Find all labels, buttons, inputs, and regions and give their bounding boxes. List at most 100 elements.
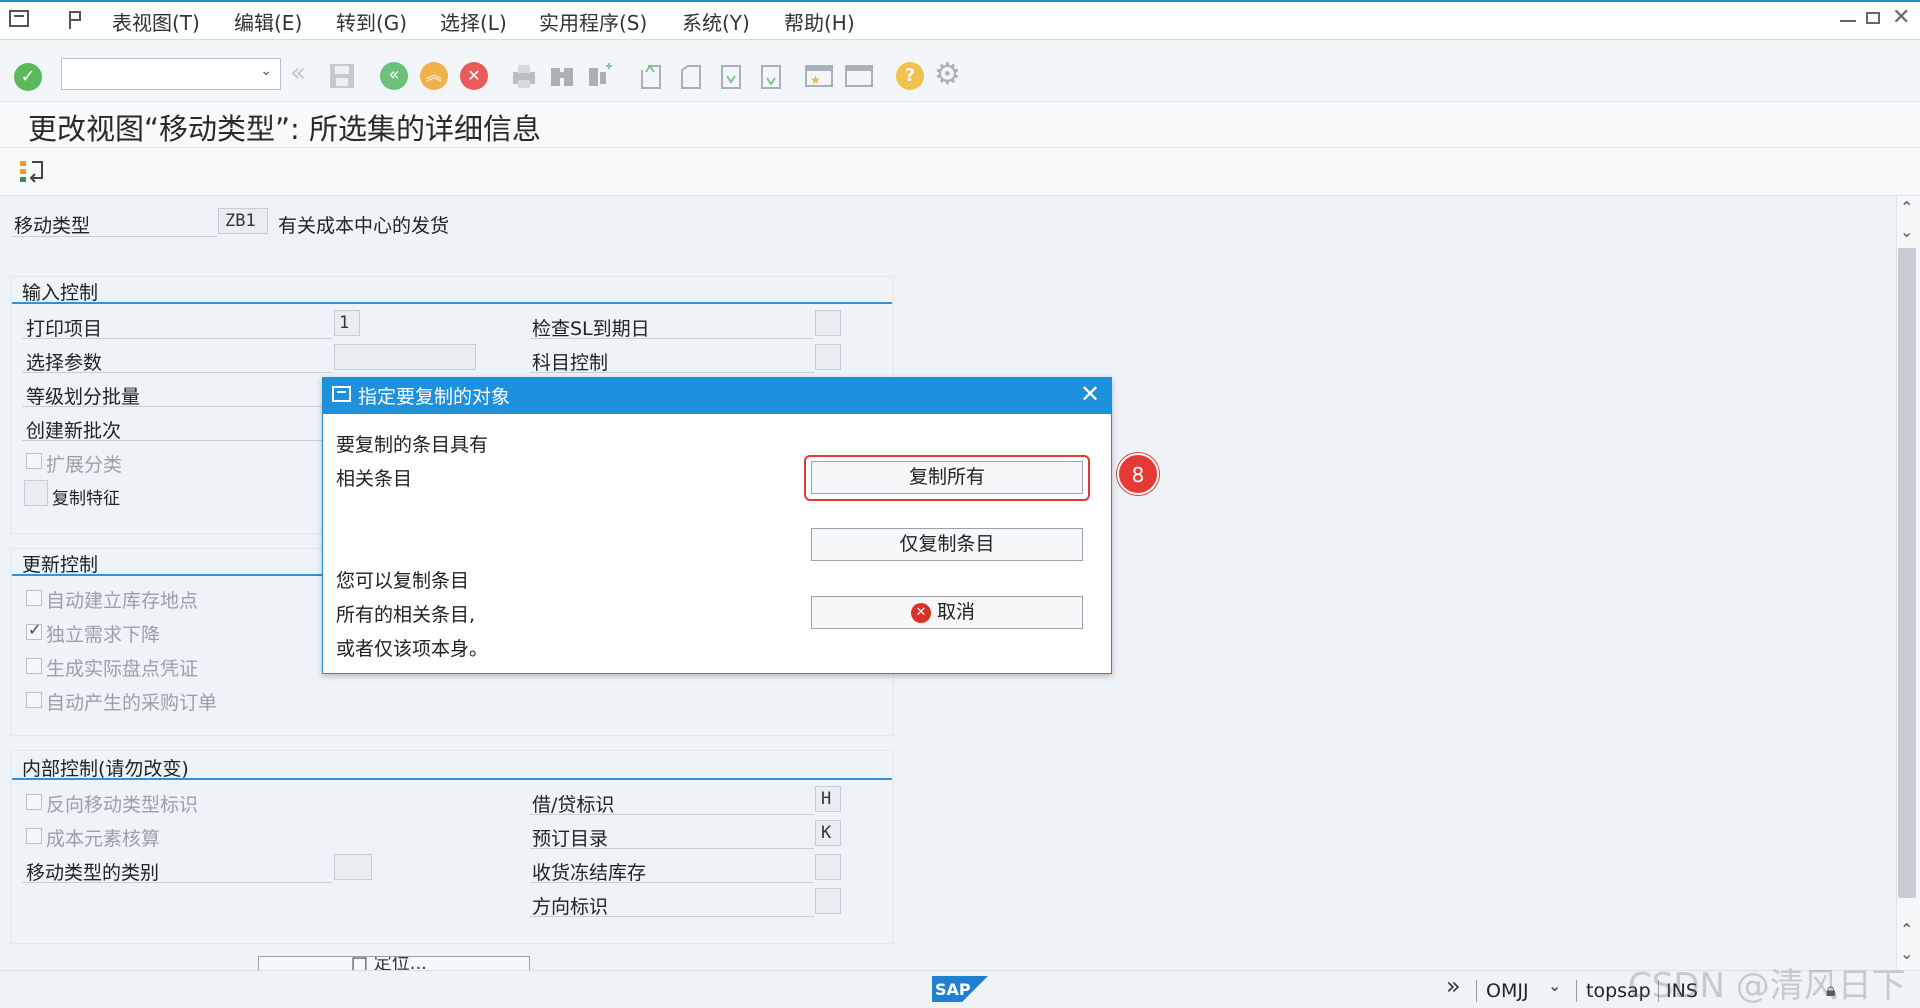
label-underline [530, 916, 814, 917]
save-icon[interactable] [328, 62, 356, 90]
label-underline [12, 236, 217, 237]
copy-entry-only-button[interactable]: 仅复制条目 [811, 528, 1083, 561]
menu-goto[interactable]: 转到(G) [336, 7, 407, 36]
menu-selection[interactable]: 选择(L) [440, 7, 507, 36]
command-field[interactable]: ⌄ [61, 58, 281, 90]
extend-class-checkbox[interactable] [26, 453, 42, 469]
account-control-field[interactable] [815, 344, 841, 370]
mt-category-field[interactable] [334, 854, 372, 880]
chevron-down-icon[interactable]: ⌄ [1548, 976, 1561, 995]
previous-page-icon[interactable] [676, 62, 704, 90]
indep-req-checkbox[interactable] [26, 620, 42, 640]
restore-icon[interactable] [1866, 12, 1880, 24]
minimize-icon[interactable] [1840, 20, 1856, 22]
find-next-icon[interactable] [586, 62, 614, 90]
menu-system[interactable]: 系统(Y) [682, 7, 750, 36]
label-underline [22, 372, 332, 373]
direction-label: 方向标识 [532, 896, 609, 918]
print-item-field[interactable]: 1 [334, 310, 360, 336]
position-button[interactable]: □ 定位... [258, 956, 530, 970]
cancel-icon: ✕ [911, 603, 931, 623]
check-sl-field[interactable] [815, 310, 841, 336]
cost-elem-label: 成本元素核算 [46, 828, 161, 850]
menu-icon[interactable] [8, 8, 32, 30]
close-window-icon[interactable]: ✕ [1892, 5, 1910, 30]
scroll-down-step-icon[interactable]: ⌄ [1900, 222, 1913, 241]
dialog-close-icon[interactable]: ✕ [1080, 380, 1100, 408]
dialog-icon [332, 386, 351, 402]
exit-icon[interactable]: ︽ [420, 62, 448, 90]
input-control-title: 输入控制 [22, 282, 99, 304]
create-session-icon[interactable]: ★ [804, 62, 834, 90]
enter-check-icon[interactable]: ✓ [14, 63, 42, 91]
scroll-up-step-icon[interactable]: ⌃ [1900, 920, 1913, 939]
select-param-field[interactable] [334, 344, 476, 370]
gr-blocked-field[interactable] [815, 854, 841, 880]
label-underline [530, 848, 814, 849]
expand-status-icon[interactable]: » [1446, 972, 1461, 1000]
dialog-text-line3: 您可以复制条目 [336, 570, 470, 592]
phys-inv-checkbox[interactable] [26, 658, 42, 674]
last-page-icon[interactable] [756, 62, 784, 90]
chevron-down-icon[interactable]: ⌄ [260, 63, 272, 79]
menu-utilities[interactable]: 实用程序(S) [539, 7, 647, 36]
reverse-mt-checkbox[interactable] [26, 794, 42, 810]
debit-credit-label: 借/贷标识 [532, 794, 615, 816]
find-icon[interactable] [548, 62, 576, 90]
mt-category-label: 移动类型的类别 [26, 862, 160, 884]
create-batch-label: 创建新批次 [26, 420, 122, 442]
account-control-label: 科目控制 [532, 352, 609, 374]
print-item-label: 打印项目 [26, 318, 103, 340]
customize-icon[interactable] [64, 8, 88, 32]
auto-po-checkbox[interactable] [26, 692, 42, 708]
status-separator [1576, 980, 1577, 1002]
copy-char-label: 复制特征 [52, 489, 120, 509]
double-chevron-left-icon: « [290, 58, 306, 88]
cancel-button-label: 取消 [936, 601, 975, 623]
gr-blocked-label: 收货冻结库存 [532, 862, 647, 884]
label-underline [22, 338, 332, 339]
menu-help[interactable]: 帮助(H) [784, 7, 855, 36]
group-divider [12, 302, 892, 304]
cancel-button[interactable]: ✕ 取消 [811, 596, 1083, 629]
menu-edit[interactable]: 编辑(E) [234, 7, 302, 36]
check-sl-label: 检查SL到期日 [532, 318, 650, 340]
step-badge: 8 [1117, 453, 1159, 495]
scroll-up-icon[interactable]: ⌃ [1900, 198, 1913, 217]
shortcut-icon[interactable] [844, 62, 874, 90]
auto-po-label: 自动产生的采购订单 [46, 692, 218, 714]
dialog-text-line2: 相关条目 [336, 468, 413, 490]
first-page-icon[interactable] [636, 62, 664, 90]
page-title: 更改视图“移动类型”: 所选集的详细信息 [28, 112, 542, 146]
highlight-frame [804, 455, 1090, 501]
copy-dialog [322, 377, 1112, 674]
phys-inv-label: 生成实际盘点凭证 [46, 658, 199, 680]
tcode-label: OMJJ [1486, 980, 1529, 1002]
label-underline [530, 882, 814, 883]
help-icon[interactable]: ? [896, 62, 924, 90]
batch-class-label: 等级划分批量 [26, 386, 141, 408]
scroll-thumb[interactable] [1898, 248, 1916, 898]
reverse-mt-label: 反向移动类型标识 [46, 794, 199, 816]
next-page-icon[interactable] [716, 62, 744, 90]
booking-dir-label: 预订目录 [532, 828, 609, 850]
svg-text:SAP: SAP [935, 980, 971, 999]
auto-storage-checkbox[interactable] [26, 590, 42, 606]
cancel-icon[interactable]: ✕ [460, 62, 488, 90]
direction-field[interactable] [815, 888, 841, 914]
position-button-label: □ 定位... [351, 956, 427, 970]
display-change-icon[interactable] [18, 158, 48, 186]
booking-dir-field[interactable]: K [815, 820, 841, 846]
cost-elem-checkbox[interactable] [26, 828, 42, 844]
debit-credit-field[interactable]: H [815, 786, 841, 812]
watermark: CSDN @清风日下 [1628, 966, 1906, 1006]
movement-type-field[interactable]: ZB1 [218, 208, 268, 234]
menu-table-view[interactable]: 表视图(T) [112, 7, 200, 36]
back-icon[interactable]: « [380, 62, 408, 90]
movement-type-description: 有关成本中心的发货 [278, 215, 450, 237]
gear-icon[interactable]: ⚙ [934, 57, 961, 92]
label-underline [530, 338, 814, 339]
copy-char-field[interactable] [24, 480, 48, 506]
auto-storage-label: 自动建立库存地点 [46, 590, 199, 612]
print-icon[interactable] [510, 62, 538, 90]
